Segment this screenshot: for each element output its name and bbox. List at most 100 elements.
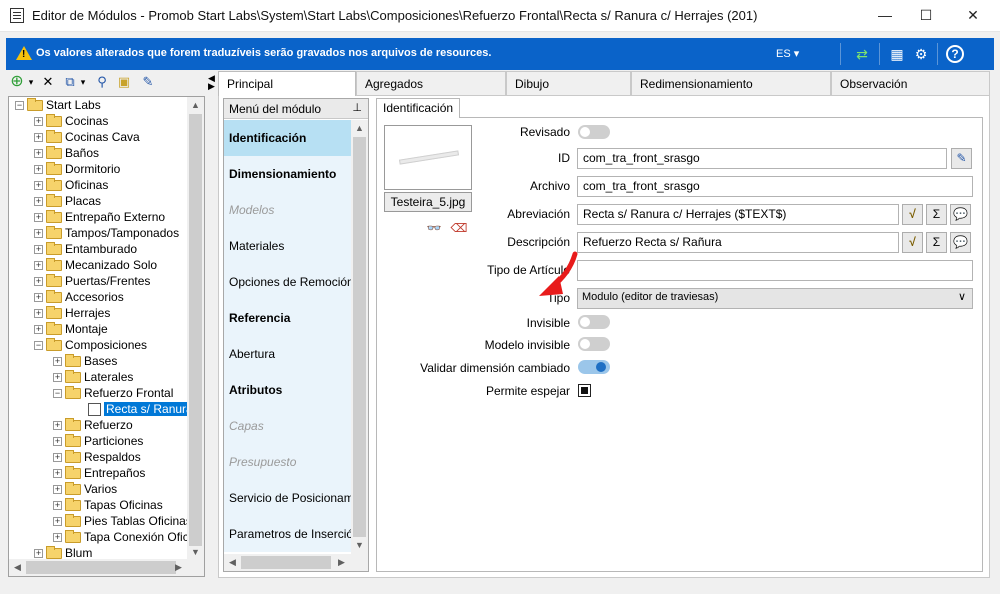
expand-icon[interactable]: + [34,261,43,271]
refresh-icon[interactable]: ⇄ [851,43,873,65]
add-icon[interactable]: ⊕ [8,73,26,91]
menu-vertical-scrollbar[interactable]: ▲ ▼ [351,120,368,554]
module-menu-item[interactable]: Identificación [224,120,352,156]
scroll-up-icon[interactable]: ▲ [187,97,204,114]
scroll-left-icon[interactable]: ◀ [224,554,241,571]
expand-icon[interactable]: + [34,293,43,303]
tab-principal[interactable]: Principal [218,71,356,96]
validar-dimension-toggle[interactable] [578,360,610,374]
module-menu-item[interactable]: Parametros de Inserción [224,516,352,552]
invisible-toggle[interactable] [578,315,610,329]
tree-node[interactable]: + Herrajes [34,305,110,321]
tree-node[interactable]: + Tampos/Tamponados [34,225,179,241]
revisado-toggle[interactable] [578,125,610,139]
minimize-button[interactable]: — [862,0,908,31]
sigma-icon[interactable]: Σ [926,232,947,253]
gear-icon[interactable]: ⚙ [910,43,932,65]
modelo-invisible-toggle[interactable] [578,337,610,351]
layout-icon[interactable]: ▦ [886,43,908,65]
expand-icon[interactable]: + [34,229,43,239]
tab-agregados[interactable]: Agregados [356,71,506,95]
tree-node[interactable]: + Oficinas [34,177,108,193]
module-menu-item[interactable]: Presupuesto [224,444,352,480]
module-menu-item[interactable]: Dimensionamiento [224,156,352,192]
module-menu-item[interactable]: Capas [224,408,352,444]
tree-node[interactable]: + Laterales [53,369,133,385]
tree-node[interactable]: + Particiones [53,433,143,449]
tree-node[interactable]: + Pies Tablas Oficinas [53,513,192,529]
expand-icon[interactable]: + [53,373,62,383]
delete-icon[interactable]: ✕ [40,73,56,91]
tree-node[interactable]: + Accesorios [34,289,124,305]
tree-node-selected[interactable]: Recta s/ Ranura [88,401,195,417]
comment-icon[interactable]: 💬 [950,204,971,225]
sigma-icon[interactable]: Σ [926,204,947,225]
tree-node[interactable]: + Tapa Conexión Ofic [53,529,189,545]
id-tool-icon[interactable]: ✎ [951,148,972,169]
tab-dibujo[interactable]: Dibujo [506,71,631,95]
pin-icon[interactable]: ⊥ [352,101,362,114]
tree-node[interactable]: + Entrepaños [53,465,145,481]
tree-node[interactable]: + Refuerzo [53,417,133,433]
maximize-button[interactable]: ☐ [903,0,949,31]
scroll-down-icon[interactable]: ▼ [351,537,368,554]
tree-node[interactable]: + Varios [53,481,117,497]
tree-node[interactable]: + Respaldos [53,449,141,465]
abreviacion-field[interactable]: Recta s/ Ranura c/ Herrajes ($TEXT$) [577,204,899,225]
language-selector[interactable]: ES ▾ [776,47,799,60]
tree-node[interactable]: + Placas [34,193,101,209]
tipo-articulo-field[interactable] [577,260,973,281]
tipo-select[interactable]: Modulo (editor de traviesas) ∨ [577,288,973,309]
tree-node[interactable]: + Dormitorio [34,161,120,177]
expand-icon[interactable]: + [34,117,43,127]
folder-icon[interactable]: ▣ [116,73,132,91]
collapse-icon[interactable]: − [15,101,24,111]
collapse-icon[interactable]: − [34,341,43,351]
tab-observacion[interactable]: Observación [831,71,990,95]
menu-horizontal-scrollbar[interactable]: ◀ ▶ [224,554,368,571]
tree-node[interactable]: + Bases [53,353,117,369]
expand-icon[interactable]: + [34,213,43,223]
scroll-up-icon[interactable]: ▲ [351,120,368,137]
copy-dropdown-icon[interactable]: ▾ [78,73,88,91]
expand-icon[interactable]: + [34,165,43,175]
formula-icon[interactable]: √ [902,232,923,253]
close-button[interactable]: ✕ [950,0,996,31]
expand-icon[interactable]: + [53,469,62,479]
expand-icon[interactable]: + [53,453,62,463]
descripcion-field[interactable]: Refuerzo Recta s/ Rañura [577,232,899,253]
collapse-panel-icon[interactable]: ◀ ▶ [208,74,215,91]
module-menu-item[interactable]: Opciones de Remoción [224,264,352,300]
expand-icon[interactable]: + [53,357,62,367]
id-field[interactable]: com_tra_front_srasgo [577,148,947,169]
tab-identificacion[interactable]: Identificación [376,98,461,118]
tree-node[interactable]: + Puertas/Frentes [34,273,150,289]
scroll-left-icon[interactable]: ◀ [9,559,26,576]
expand-icon[interactable]: + [53,437,62,447]
tree-node[interactable]: + Entamburado [34,241,137,257]
expand-icon[interactable]: + [34,133,43,143]
add-dropdown-icon[interactable]: ▾ [26,73,36,91]
tree-node-refuerzo-frontal[interactable]: − Refuerzo Frontal [53,385,173,401]
tree-node[interactable]: + Entrepaño Externo [34,209,165,225]
tree-node[interactable]: + Cocinas [34,113,108,129]
module-menu-item[interactable]: Abertura [224,336,352,372]
formula-icon[interactable]: √ [902,204,923,225]
tree-horizontal-scrollbar[interactable]: ◀ ▶ [9,559,204,576]
expand-icon[interactable]: + [34,149,43,159]
scroll-thumb[interactable] [26,561,176,574]
expand-icon[interactable]: + [53,533,62,543]
tree-node-root[interactable]: − Start Labs [15,97,101,113]
module-menu-item[interactable]: Atributos [224,372,352,408]
collapse-icon[interactable]: − [53,389,62,399]
scroll-right-icon[interactable]: ▶ [333,554,350,571]
archivo-field[interactable]: com_tra_front_srasgo [577,176,973,197]
tree-vertical-scrollbar[interactable]: ▲ ▼ [187,97,204,561]
tree-node[interactable]: + Baños [34,145,99,161]
tab-redimensionamiento[interactable]: Redimensionamiento [631,71,831,95]
tree-node[interactable]: + Tapas Oficinas [53,497,163,513]
module-menu-item[interactable]: Referencia [224,300,352,336]
help-icon[interactable]: ? [946,45,964,63]
expand-icon[interactable]: + [34,277,43,287]
module-menu-item[interactable]: Servicio de Posicionamiento [224,480,352,516]
